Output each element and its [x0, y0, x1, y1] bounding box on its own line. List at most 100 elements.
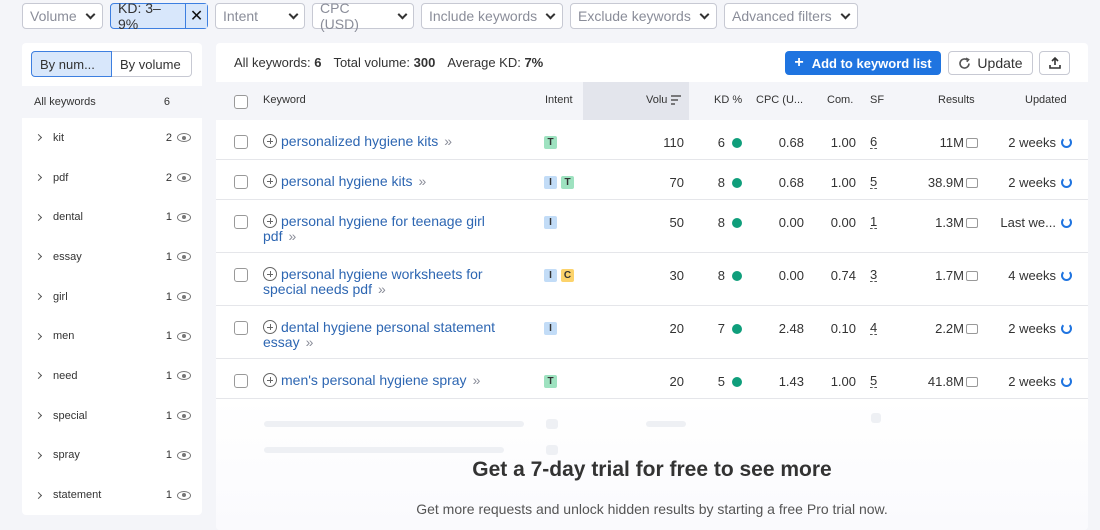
chevron-right-icon[interactable]: [34, 293, 43, 301]
row-checkbox[interactable]: [234, 135, 248, 149]
eye-icon[interactable]: [177, 490, 191, 500]
add-keyword-icon[interactable]: [263, 373, 277, 387]
header-cpc[interactable]: CPC (U...: [756, 94, 803, 106]
serp-search-icon[interactable]: [966, 324, 978, 334]
double-chevron-icon[interactable]: »: [473, 372, 481, 388]
row-checkbox[interactable]: [234, 268, 248, 282]
double-chevron-icon[interactable]: »: [306, 334, 314, 350]
row-checkbox[interactable]: [234, 321, 248, 335]
chevron-right-icon[interactable]: [34, 412, 43, 420]
double-chevron-icon[interactable]: »: [378, 281, 386, 297]
exclude-keywords-filter[interactable]: Exclude keywords: [570, 3, 717, 29]
eye-icon[interactable]: [177, 411, 191, 421]
sort-descending-icon[interactable]: [670, 95, 682, 105]
tab-by-number[interactable]: By num...: [31, 51, 112, 77]
eye-icon[interactable]: [177, 173, 191, 183]
add-keyword-icon[interactable]: [263, 134, 277, 148]
serp-search-icon[interactable]: [966, 138, 978, 148]
chevron-right-icon[interactable]: [34, 213, 43, 221]
sidebar-group-item[interactable]: need 1: [22, 356, 202, 396]
header-keyword[interactable]: Keyword: [263, 94, 306, 106]
serp-search-icon[interactable]: [966, 271, 978, 281]
eye-icon[interactable]: [177, 331, 191, 341]
tab-by-volume[interactable]: By volume: [112, 51, 192, 77]
add-keyword-icon[interactable]: [263, 267, 277, 281]
sidebar-group-item[interactable]: special 1: [22, 396, 202, 436]
cpc-filter[interactable]: CPC (USD): [312, 0, 414, 32]
update-button[interactable]: Update: [948, 51, 1033, 75]
double-chevron-icon[interactable]: »: [288, 228, 296, 244]
row-checkbox[interactable]: [234, 215, 248, 229]
header-kd[interactable]: KD %: [714, 94, 742, 106]
refresh-icon[interactable]: [1061, 376, 1072, 387]
sidebar-group-item[interactable]: pdf 2: [22, 158, 202, 198]
header-sf[interactable]: SF: [870, 94, 884, 106]
close-icon[interactable]: ✕: [185, 4, 207, 28]
chevron-right-icon[interactable]: [34, 173, 43, 182]
header-results[interactable]: Results: [938, 94, 975, 106]
refresh-icon[interactable]: [1061, 137, 1072, 148]
select-all-checkbox[interactable]: [234, 95, 248, 109]
keyword-link[interactable]: personal hygiene worksheets for special n…: [263, 267, 483, 297]
include-keywords-filter[interactable]: Include keywords: [421, 3, 563, 29]
double-chevron-icon[interactable]: »: [444, 133, 452, 149]
kd-number: 7: [717, 321, 725, 336]
sidebar-group-item[interactable]: spray 1: [22, 436, 202, 476]
eye-icon[interactable]: [177, 292, 191, 302]
chevron-right-icon[interactable]: [34, 372, 43, 380]
all-keywords-group[interactable]: All keywords 6: [22, 86, 202, 118]
add-keyword-icon[interactable]: [263, 320, 277, 334]
export-button[interactable]: [1039, 51, 1070, 75]
header-com[interactable]: Com.: [827, 94, 853, 106]
keyword-link[interactable]: personal hygiene kits »: [263, 174, 426, 189]
eye-icon[interactable]: [177, 212, 191, 222]
add-keyword-icon[interactable]: [263, 214, 277, 228]
sidebar-group-item[interactable]: dental 1: [22, 197, 202, 237]
header-intent[interactable]: Intent: [545, 94, 573, 106]
sidebar-group-item[interactable]: statement 1: [22, 475, 202, 515]
intent-filter[interactable]: Intent: [215, 3, 305, 29]
export-icon: [1048, 56, 1061, 69]
serp-search-icon[interactable]: [966, 377, 978, 387]
refresh-icon[interactable]: [1061, 217, 1072, 228]
keyword-link[interactable]: personal hygiene for teenage girl pdf»: [263, 214, 513, 244]
chevron-right-icon[interactable]: [34, 451, 43, 459]
chevron-right-icon[interactable]: [34, 134, 43, 142]
serp-search-icon[interactable]: [966, 178, 978, 188]
serp-features-value[interactable]: 6: [870, 135, 878, 149]
refresh-icon[interactable]: [1061, 177, 1072, 188]
eye-icon[interactable]: [177, 450, 191, 460]
sidebar-group-item[interactable]: kit 2: [22, 118, 202, 158]
row-checkbox[interactable]: [234, 175, 248, 189]
header-updated[interactable]: Updated: [1025, 94, 1067, 106]
refresh-icon[interactable]: [1061, 323, 1072, 334]
row-checkbox[interactable]: [234, 374, 248, 388]
serp-features-value[interactable]: 5: [870, 374, 878, 388]
serp-features-value[interactable]: 3: [870, 268, 878, 282]
eye-icon[interactable]: [177, 133, 191, 143]
eye-icon[interactable]: [177, 252, 191, 262]
keywords-table-panel: All keywords: 6 Total volume: 300 Averag…: [216, 43, 1088, 530]
chevron-right-icon[interactable]: [34, 332, 43, 340]
keyword-link[interactable]: personalized hygiene kits »: [263, 134, 452, 149]
chevron-right-icon[interactable]: [34, 491, 43, 499]
kd-filter[interactable]: KD: 3–9% ✕: [110, 0, 208, 32]
serp-search-icon[interactable]: [966, 218, 978, 228]
keyword-link[interactable]: dental hygiene personal statement essay »: [263, 320, 495, 350]
eye-icon[interactable]: [177, 371, 191, 381]
sidebar-group-item[interactable]: essay 1: [22, 237, 202, 277]
serp-features-value[interactable]: 4: [870, 321, 878, 335]
advanced-filters[interactable]: Advanced filters: [724, 3, 858, 29]
keyword-link[interactable]: men's personal hygiene spray »: [263, 373, 480, 388]
chevron-right-icon[interactable]: [34, 253, 43, 261]
sidebar-group-item[interactable]: men 1: [22, 316, 202, 356]
add-to-keyword-list-button[interactable]: + Add to keyword list: [785, 51, 941, 75]
header-volume[interactable]: Volu: [646, 94, 667, 106]
add-keyword-icon[interactable]: [263, 174, 277, 188]
volume-filter[interactable]: Volume: [22, 3, 103, 29]
serp-features-value[interactable]: 5: [870, 175, 878, 189]
sidebar-group-item[interactable]: girl 1: [22, 277, 202, 317]
refresh-icon[interactable]: [1061, 270, 1072, 281]
serp-features-value[interactable]: 1: [870, 215, 878, 229]
double-chevron-icon[interactable]: »: [419, 173, 427, 189]
